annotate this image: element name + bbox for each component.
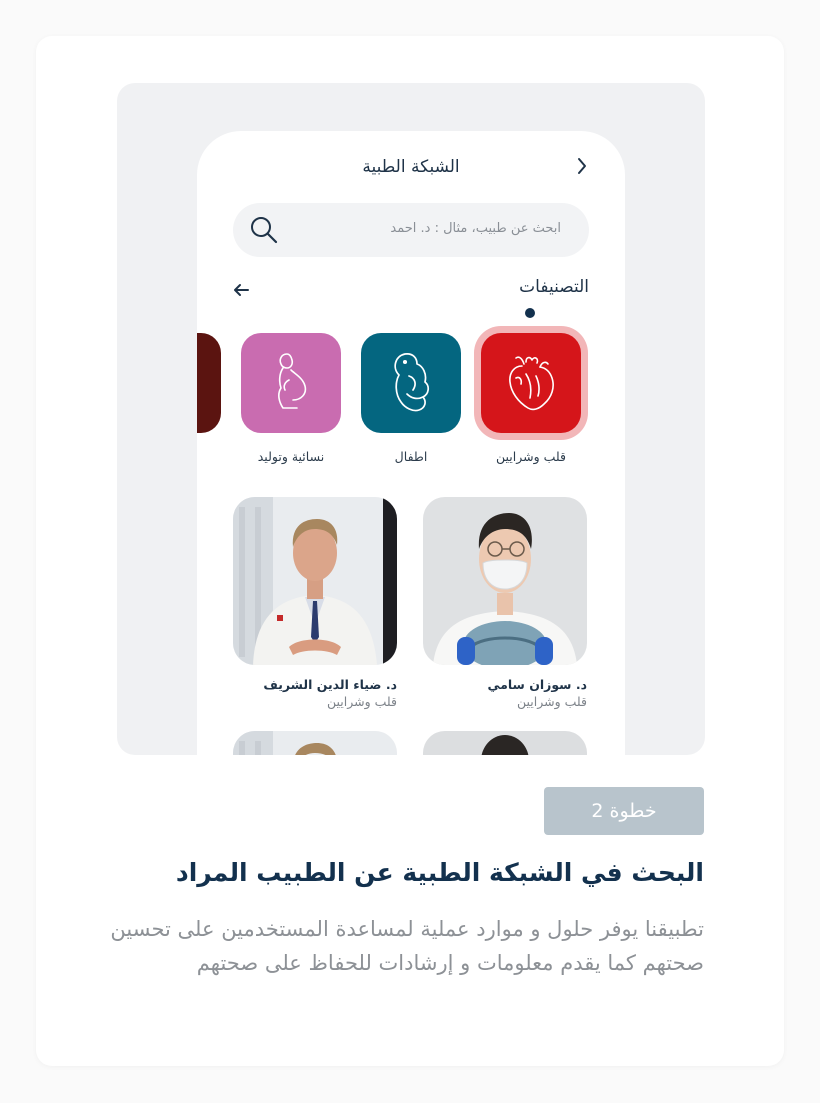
selected-indicator-dot <box>525 308 535 318</box>
doctor-specialty: قلب وشرايين <box>326 694 397 709</box>
baby-icon <box>394 353 429 412</box>
arrow-left-icon[interactable] <box>232 282 250 298</box>
search-bar[interactable]: ابحث عن طبيب، مثال : د. احمد <box>233 203 589 257</box>
screen-title: الشبكة الطبية <box>362 157 460 177</box>
category-label: نسائية وتوليد <box>257 449 325 464</box>
category-label: قلب وشرايين <box>495 449 566 464</box>
category-label: اطفال <box>394 449 428 464</box>
doctor-specialty: قلب وشرايين <box>516 694 587 709</box>
heart-icon <box>509 356 554 411</box>
doctor-photo[interactable] <box>233 731 397 755</box>
feature-card: الشبكة الطبية ابحث عن طبيب، مثال : د. اح… <box>36 36 784 1066</box>
doctor-photo[interactable] <box>423 497 587 665</box>
doctor-male-coat-image <box>233 497 397 665</box>
category-cardiology[interactable] <box>481 333 581 433</box>
app-preview: الشبكة الطبية ابحث عن طبيب، مثال : د. اح… <box>117 83 705 755</box>
category-obgyn[interactable] <box>241 333 341 433</box>
doctor-photo[interactable] <box>423 731 587 755</box>
doctor-photo[interactable] <box>233 497 397 665</box>
back-chevron-icon[interactable] <box>575 157 589 175</box>
search-input[interactable]: ابحث عن طبيب، مثال : د. احمد <box>390 221 561 236</box>
doctor-name[interactable]: د. ضياء الدين الشريف <box>197 677 397 692</box>
category-partial[interactable] <box>197 333 221 433</box>
category-pediatrics[interactable] <box>361 333 461 433</box>
doctor-image-cropped <box>423 731 587 755</box>
doctor-name[interactable]: د. سوزان سامي <box>387 677 587 692</box>
step-badge: خطوة 2 <box>544 787 704 835</box>
feature-description: تطبيقنا يوفر حلول و موارد عملية لمساعدة … <box>110 917 704 975</box>
categories-heading: التصنيفات <box>519 277 589 297</box>
doctor-female-masked-image <box>423 497 587 665</box>
phone-screen: الشبكة الطبية ابحث عن طبيب، مثال : د. اح… <box>197 131 625 755</box>
search-icon[interactable] <box>249 215 279 245</box>
doctor-image-cropped <box>233 731 397 755</box>
pregnant-woman-icon <box>278 353 307 409</box>
partial-category-icon <box>197 353 201 413</box>
feature-headline: البحث في الشبكة الطبية عن الطبيب المراد <box>175 858 704 887</box>
